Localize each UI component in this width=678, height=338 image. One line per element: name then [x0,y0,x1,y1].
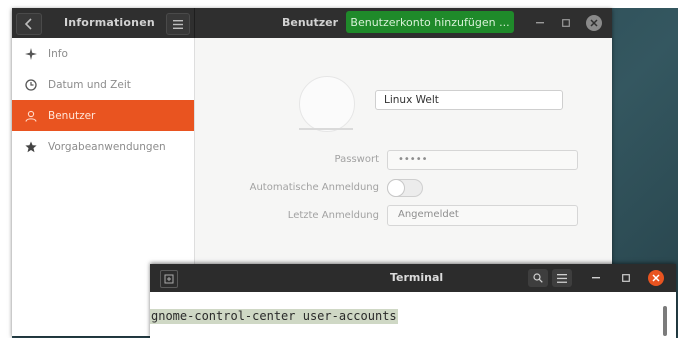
user-icon [24,109,38,123]
password-field[interactable]: ••••• [387,150,578,170]
last-login-field[interactable]: Angemeldet [387,205,578,226]
add-user-account-button[interactable]: Benutzerkonto hinzufügen ... [346,11,514,33]
new-tab-icon [164,274,174,284]
terminal-minimize-button[interactable] [588,270,604,286]
last-login-label: Letzte Anmeldung [287,210,379,221]
back-button[interactable] [16,13,42,35]
sparkle-icon [24,47,38,61]
screenshot-border-top [0,0,678,8]
automatic-login-toggle[interactable] [387,179,423,197]
hamburger-icon [173,19,183,29]
terminal-menu-button[interactable] [552,269,572,287]
minimize-icon [536,22,544,24]
terminal-close-button[interactable] [648,270,664,286]
sidebar-item-benutzer[interactable]: Benutzer [12,100,194,131]
terminal-maximize-button[interactable] [618,270,634,286]
sidebar-item-label: Datum und Zeit [48,78,131,91]
new-tab-button[interactable] [160,270,178,288]
terminal-search-button[interactable] [528,269,548,287]
sidebar-item-vorgabeanwendungen[interactable]: Vorgabeanwendungen [12,131,194,162]
sidebar-item-datum-und-zeit[interactable]: Datum und Zeit [12,69,194,100]
clock-icon [24,78,38,92]
user-avatar[interactable] [299,76,355,132]
sidebar-item-label: Vorgabeanwendungen [48,140,166,153]
sidebar-title: Informationen [64,16,155,29]
automatic-login-label: Automatische Anmeldung [249,182,379,193]
minimize-icon [592,277,600,279]
close-icon [652,274,660,282]
maximize-button[interactable] [558,15,574,31]
terminal-scrollbar[interactable] [663,306,667,336]
terminal-command-line: gnome-control-center user-accounts [150,309,398,324]
settings-headerbar: Informationen Benutzer Benutzerkonto hin… [12,8,612,38]
terminal-window: Terminal gnome-control-center user-accou… [150,264,676,338]
password-label: Passwort [334,154,379,165]
menu-button[interactable] [166,13,190,35]
terminal-headerbar: Terminal [150,264,676,292]
toggle-knob [387,179,405,197]
terminal-title: Terminal [390,271,444,284]
minimize-button[interactable] [532,15,548,31]
close-icon [590,19,598,27]
sidebar-item-info[interactable]: Info [12,38,194,69]
chevron-left-icon [24,18,32,30]
sidebar-item-label: Info [48,47,68,60]
close-button[interactable] [586,15,602,31]
headerbar-divider [194,8,195,38]
screenshot-border-top-right [612,0,678,6]
star-icon [24,140,38,154]
full-name-field[interactable]: Linux Welt [375,90,563,110]
hamburger-icon [557,273,567,283]
sidebar-item-label: Benutzer [48,109,96,122]
search-icon [533,273,543,283]
screenshot-border-left [0,0,12,338]
maximize-icon [562,19,570,27]
maximize-icon [622,274,630,282]
terminal-content[interactable]: gnome-control-center user-accounts [150,292,676,338]
avatar-underline [299,128,353,130]
page-title: Benutzer [282,16,339,29]
